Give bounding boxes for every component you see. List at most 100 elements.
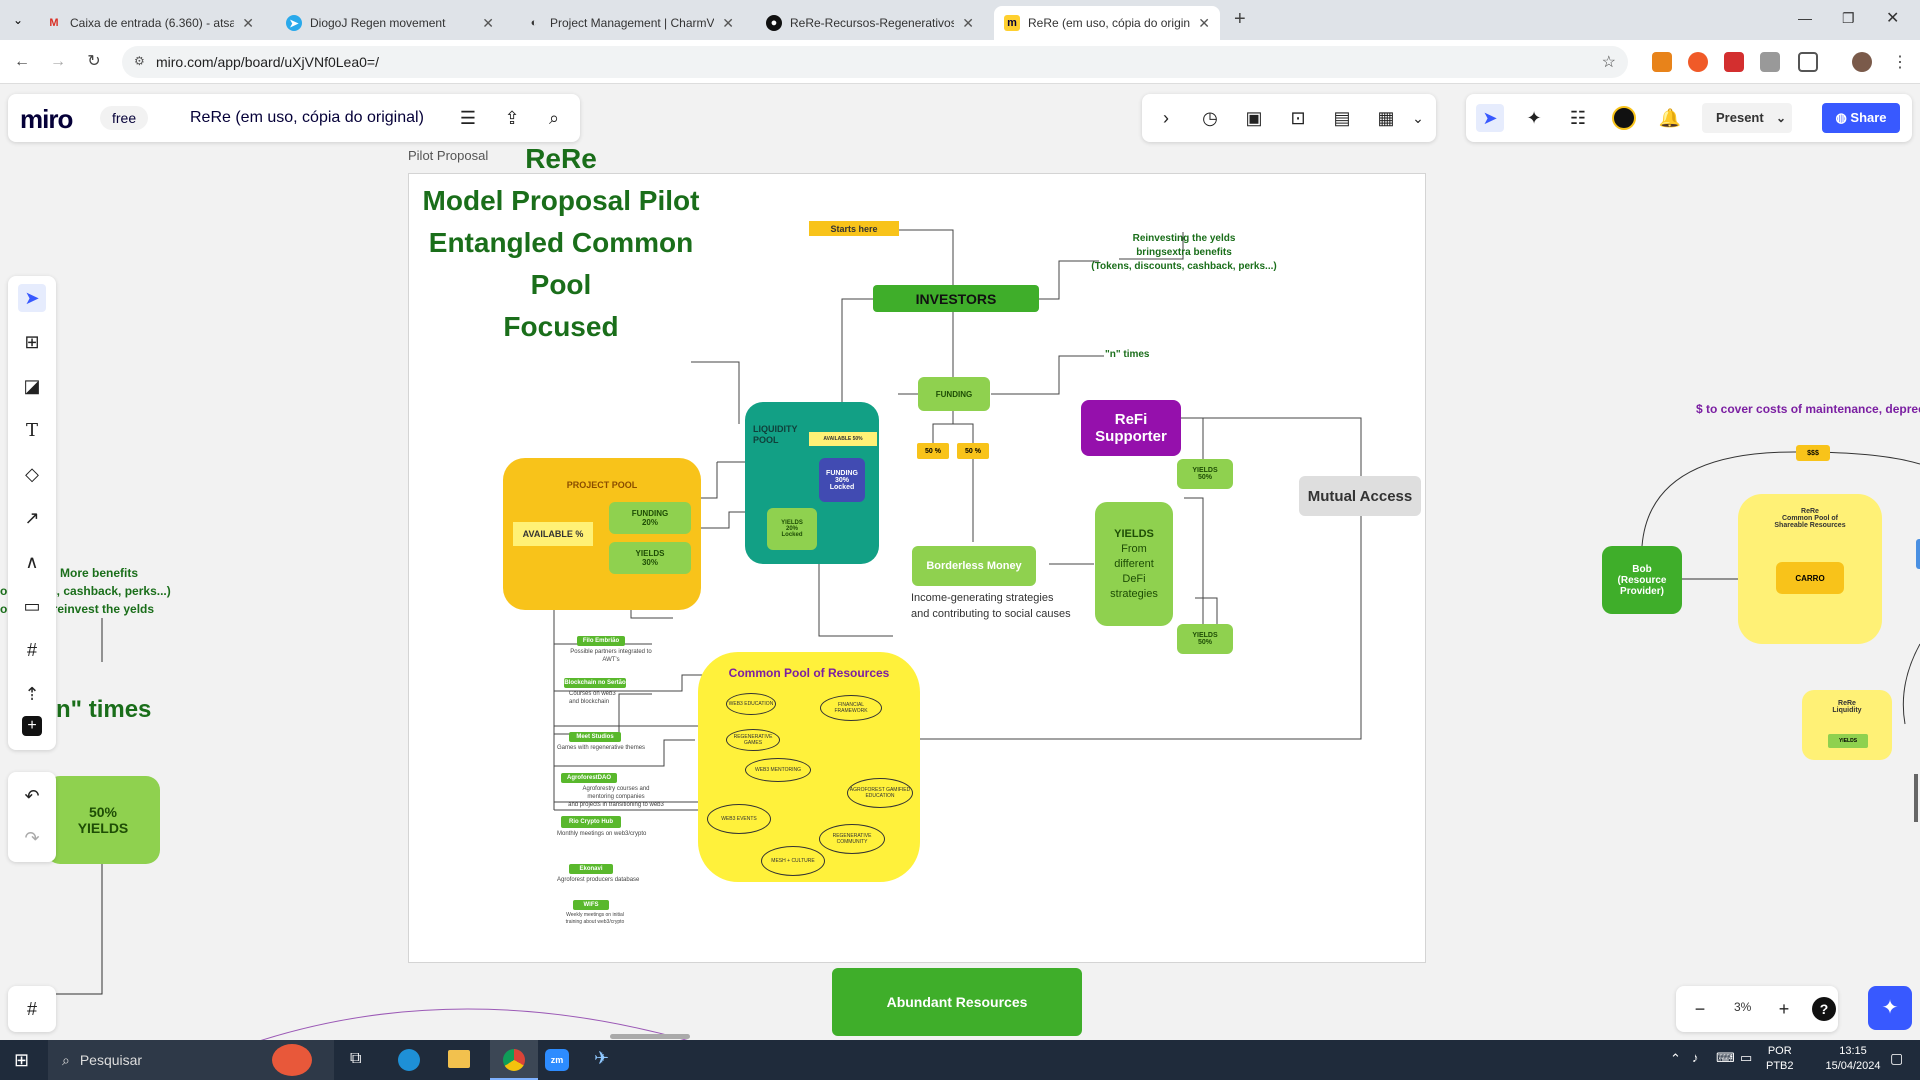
partner-tag[interactable]: WIFS xyxy=(573,900,609,910)
miro-logo[interactable]: miro xyxy=(20,104,73,135)
menu-icon[interactable]: ☰ xyxy=(454,104,482,132)
notifications-bell-icon[interactable]: 🔔 xyxy=(1656,104,1684,132)
zoom-level[interactable]: 3% xyxy=(1734,1000,1751,1014)
present-button[interactable]: Present ⌄ xyxy=(1702,103,1792,133)
cursor-flag-icon[interactable]: ➤ xyxy=(1476,104,1504,132)
regenerative-games-oval[interactable]: REGENERATIVE GAMES xyxy=(726,729,780,751)
carro-node[interactable]: CARRO xyxy=(1776,562,1844,594)
chrome-taskbar-button[interactable] xyxy=(490,1040,538,1080)
regenerative-community-oval[interactable]: REGENERATIVE COMMUNITY xyxy=(819,824,885,854)
partner-tag[interactable]: Filo Embrião xyxy=(577,636,625,646)
yields-defi-node[interactable]: YIELDS From different DeFi strategies xyxy=(1095,502,1173,626)
chevron-down-icon[interactable]: ⌄ xyxy=(1776,103,1786,133)
tab-github[interactable]: ● ReRe-Recursos-Regenerativos/(... ✕ xyxy=(756,6,984,40)
liquidity-pool[interactable]: LIQUIDITY POOL AVAILABLE 50% FUNDING 30%… xyxy=(745,402,879,564)
browser-menu-icon[interactable]: ⋮ xyxy=(1892,52,1908,72)
diagram-title[interactable]: ReRe Model Proposal Pilot Entangled Comm… xyxy=(409,143,713,342)
close-icon[interactable]: ✕ xyxy=(242,15,254,32)
comment-icon[interactable]: ▭ xyxy=(18,592,46,620)
yields-50-card-left[interactable]: 50% YIELDS xyxy=(46,776,160,864)
tab-charmverse[interactable]: ◐ Project Management | CharmVe... ✕ xyxy=(516,6,744,40)
comments-icon[interactable]: ☷ xyxy=(1564,104,1592,132)
card-icon[interactable]: ▣ xyxy=(1240,104,1268,132)
templates-icon[interactable]: ⊞ xyxy=(18,328,46,356)
keyboard-icon[interactable]: ⌨ xyxy=(1716,1050,1735,1066)
bookmark-star-icon[interactable]: ☆ xyxy=(1602,52,1616,72)
locked-yields-node[interactable]: YIELDS 20% Locked xyxy=(767,508,817,550)
extension-icon[interactable] xyxy=(1688,52,1708,72)
clock[interactable]: 13:15 15/04/2024 xyxy=(1818,1044,1888,1074)
site-info-icon[interactable]: ⚙ xyxy=(134,54,145,68)
zoom-out-icon[interactable]: − xyxy=(1686,995,1714,1023)
notification-center-icon[interactable]: ▢ xyxy=(1890,1050,1903,1067)
tray-chevron-icon[interactable]: ⌃ xyxy=(1670,1051,1681,1067)
partner-tag[interactable]: Meet Studios xyxy=(569,732,621,742)
upload-icon[interactable]: ⇡ xyxy=(18,680,46,708)
undo-icon[interactable]: ↶ xyxy=(18,782,46,810)
close-icon[interactable]: ✕ xyxy=(482,15,494,32)
translate-icon[interactable] xyxy=(1760,52,1780,72)
help-button[interactable]: ? xyxy=(1812,997,1836,1021)
project-funding-node[interactable]: FUNDING 20% xyxy=(609,502,691,534)
tab-telegram[interactable]: ➤ DiogoJ Regen movement ✕ xyxy=(276,6,504,40)
search-icon[interactable]: ⌕ xyxy=(540,104,568,132)
file-explorer-icon[interactable] xyxy=(448,1050,470,1068)
tab-gmail[interactable]: M Caixa de entrada (6.360) - atsa... ✕ xyxy=(36,6,264,40)
volume-icon[interactable]: ♪ xyxy=(1692,1050,1699,1065)
user-avatar[interactable] xyxy=(1612,106,1636,130)
pilot-proposal-frame[interactable]: ReRe Model Proposal Pilot Entangled Comm… xyxy=(408,143,1426,963)
financial-framework-oval[interactable]: FINANCIAL FRAMEWORK xyxy=(820,695,882,721)
chevron-down-icon[interactable]: ⌄ xyxy=(1404,104,1432,132)
tab-miro[interactable]: m ReRe (em uso, cópia do original) ✕ xyxy=(994,6,1220,40)
frame-label[interactable]: Pilot Proposal xyxy=(408,148,488,163)
chevron-right-icon[interactable]: › xyxy=(1152,104,1180,132)
new-tab-icon[interactable]: + xyxy=(1234,8,1246,31)
profile-avatar-icon[interactable] xyxy=(1852,52,1872,72)
close-window-icon[interactable]: ✕ xyxy=(1886,8,1899,28)
input-language[interactable]: POR PTB2 xyxy=(1766,1044,1794,1074)
ai-assist-icon[interactable]: ✦ xyxy=(1868,986,1912,1030)
connection-line-icon[interactable]: ↗ xyxy=(18,504,46,532)
pinned-app-icon[interactable]: ✈ xyxy=(594,1048,609,1069)
refi-supporter-node[interactable]: ReFi Supporter xyxy=(1081,400,1181,456)
extensions-puzzle-icon[interactable] xyxy=(1798,52,1818,72)
frame-icon[interactable]: # xyxy=(18,636,46,664)
board-title[interactable]: ReRe (em uso, cópia do original) xyxy=(190,109,424,127)
forward-icon[interactable]: → xyxy=(46,50,70,74)
funding-node[interactable]: FUNDING xyxy=(918,377,990,411)
task-view-icon[interactable]: ⧉ xyxy=(350,1050,361,1068)
vote-icon[interactable]: ▤ xyxy=(1328,104,1356,132)
web3-education-oval[interactable]: WEB3 EDUCATION xyxy=(726,693,776,715)
windows-start-icon[interactable]: ⊞ xyxy=(14,1050,29,1071)
close-icon[interactable]: ✕ xyxy=(962,15,974,32)
sticky-note-icon[interactable]: ◪ xyxy=(18,372,46,400)
tab-search-icon[interactable]: ⌄ xyxy=(8,10,28,30)
network-icon[interactable]: ▭ xyxy=(1740,1050,1752,1066)
rere-liquidity-node[interactable]: ReRe Liquidity YIELDS xyxy=(1802,690,1892,760)
redo-icon[interactable]: ↷ xyxy=(18,824,46,852)
share-button[interactable]: ◍ Share xyxy=(1822,103,1900,133)
pen-icon[interactable]: ∧ xyxy=(18,548,46,576)
more-tools-icon[interactable]: + xyxy=(22,716,42,736)
zoom-in-icon[interactable]: + xyxy=(1770,995,1798,1023)
edge-icon[interactable] xyxy=(398,1049,420,1071)
taskbar-search[interactable]: ⌕ Pesquisar xyxy=(48,1040,334,1080)
investors-node[interactable]: INVESTORS xyxy=(873,285,1039,312)
focus-icon[interactable]: ⊡ xyxy=(1284,104,1312,132)
bob-node[interactable]: Bob (Resource Provider) xyxy=(1602,546,1682,614)
project-yields-node[interactable]: YIELDS 30% xyxy=(609,542,691,574)
agroforest-education-oval[interactable]: AGROFOREST GAMIFIED EDUCATION xyxy=(847,778,913,808)
available-pct-label[interactable]: AVAILABLE % xyxy=(513,522,593,546)
metamask-icon[interactable] xyxy=(1652,52,1672,72)
locked-funding-node[interactable]: FUNDING 30% Locked xyxy=(819,458,865,502)
select-cursor-icon[interactable]: ➤ xyxy=(18,284,46,312)
address-bar[interactable]: ⚙ miro.com/app/board/uXjVNf0Lea0=/ ☆ xyxy=(122,46,1628,78)
frames-icon[interactable]: # xyxy=(18,995,46,1023)
project-pool[interactable]: PROJECT POOL AVAILABLE % FUNDING 20% YIE… xyxy=(503,458,701,610)
starts-here-label[interactable]: Starts here xyxy=(809,221,899,236)
partner-tag[interactable]: Rio Crypto Hub xyxy=(561,816,621,828)
shapes-icon[interactable]: ◇ xyxy=(18,460,46,488)
restore-icon[interactable]: ❐ xyxy=(1842,10,1855,27)
yields-50-bottom-node[interactable]: YIELDS 50% xyxy=(1177,624,1233,654)
mesh-culture-oval[interactable]: MESH + CULTURE xyxy=(761,846,825,876)
